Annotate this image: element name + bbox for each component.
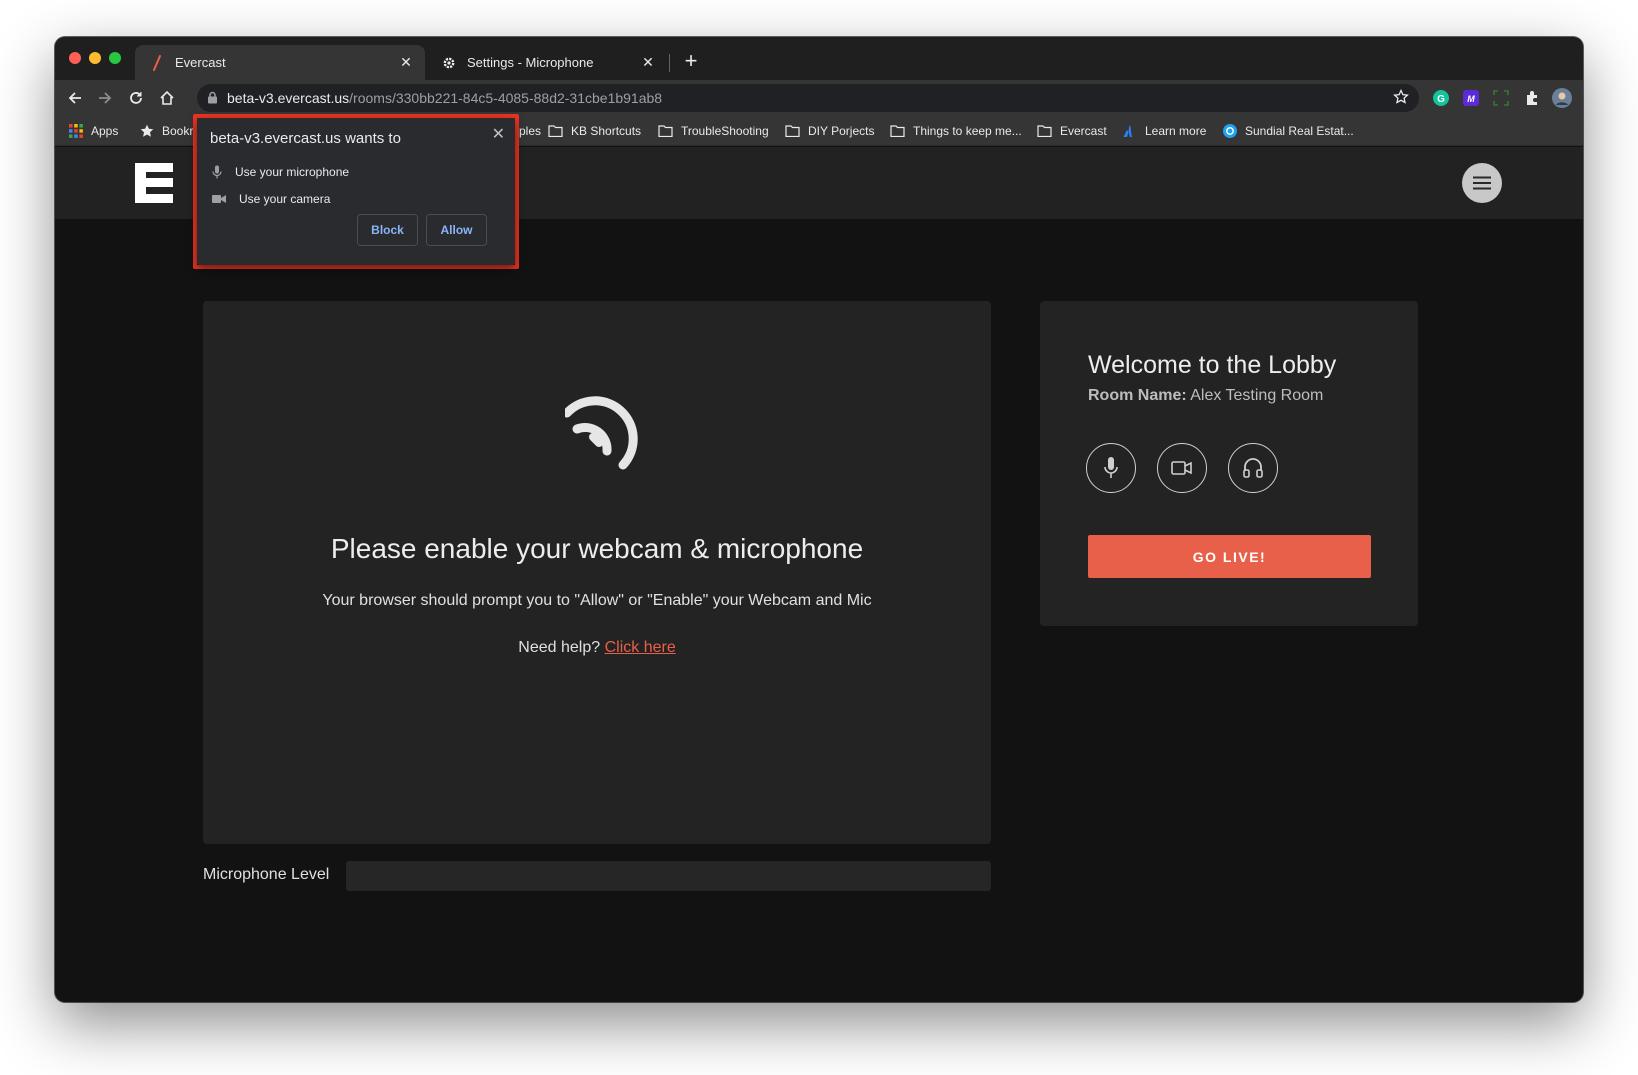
bookmark-label: Evercast <box>1060 124 1107 138</box>
svg-text:G: G <box>1437 94 1445 105</box>
bookmark-label: KB Shortcuts <box>571 124 642 138</box>
bookmark-label: DIY Porjects <box>808 124 875 138</box>
apps-grid-icon <box>69 124 83 138</box>
microphone-icon <box>212 165 222 179</box>
maximize-window-button[interactable] <box>109 52 121 64</box>
tab-title: Settings - Microphone <box>467 55 594 70</box>
home-icon[interactable] <box>155 86 179 110</box>
bookmark-label: Bookr <box>162 124 194 138</box>
block-button[interactable]: Block <box>357 214 418 246</box>
hamburger-menu-button[interactable] <box>1462 163 1502 203</box>
tab-title: Evercast <box>175 55 226 70</box>
folder-icon <box>548 125 563 137</box>
screenshot-extension-icon[interactable] <box>1491 88 1511 108</box>
click-here-link[interactable]: Click here <box>605 639 676 656</box>
url-host: beta-v3.evercast.us <box>227 90 350 106</box>
star-icon <box>140 124 154 137</box>
bookmark-label: Things to keep me... <box>913 124 1022 138</box>
close-icon[interactable]: ✕ <box>492 124 505 144</box>
bookmark-label: Learn more <box>1145 124 1207 138</box>
folder-icon <box>890 125 905 137</box>
puzzle-extensions-icon[interactable] <box>1522 88 1542 108</box>
reload-icon[interactable] <box>124 86 148 110</box>
back-arrow-icon[interactable] <box>63 86 87 110</box>
lobby-title: Welcome to the Lobby <box>1088 351 1337 379</box>
permission-camera-row: Use your camera <box>212 191 330 207</box>
bookmark-bookmarks[interactable]: Bookr <box>140 123 193 139</box>
permission-label: Use your camera <box>239 192 331 206</box>
evercast-brand-icon <box>565 396 638 470</box>
need-help-text: Need help? Click here <box>203 639 991 657</box>
extension-icon[interactable]: M <box>1461 88 1481 108</box>
close-tab-icon[interactable]: ✕ <box>397 54 415 72</box>
bookmark-label: Apps <box>91 124 119 138</box>
bookmark-kb-shortcuts[interactable]: KB Shortcuts <box>548 123 641 139</box>
url-text: beta-v3.evercast.us/rooms/330bb221-84c5-… <box>227 90 662 106</box>
room-name-label: Room Name: <box>1088 387 1187 404</box>
bookmark-label: TroubleShooting <box>681 124 769 138</box>
bookmark-apps[interactable]: Apps <box>69 123 118 139</box>
evercast-favicon-icon <box>149 54 165 71</box>
headphones-toggle-button[interactable] <box>1228 443 1278 493</box>
folder-icon <box>785 125 800 137</box>
enable-webcam-instructions: Your browser should prompt you to "Allow… <box>322 592 872 609</box>
tab-separator <box>669 54 670 72</box>
allow-button[interactable]: Allow <box>426 214 487 246</box>
microphone-level-meter <box>346 861 991 891</box>
permission-label: Use your microphone <box>235 165 350 179</box>
gear-icon <box>441 55 457 71</box>
bookmark-diy-projects[interactable]: DIY Porjects <box>785 123 874 139</box>
headphones-icon <box>1243 458 1263 478</box>
camera-icon <box>212 195 226 203</box>
bookmark-evercast[interactable]: Evercast <box>1037 123 1107 139</box>
profile-avatar-icon[interactable] <box>1552 88 1572 108</box>
grammarly-extension-icon[interactable]: G <box>1431 88 1451 108</box>
microphone-level-label: Microphone Level <box>203 866 330 883</box>
forward-arrow-icon[interactable] <box>93 86 117 110</box>
camera-toggle-button[interactable] <box>1157 443 1207 493</box>
address-bar[interactable]: beta-v3.evercast.us/rooms/330bb221-84c5-… <box>197 84 1419 112</box>
permission-prompt-title: beta-v3.evercast.us wants to <box>210 130 401 147</box>
minimize-window-button[interactable] <box>89 52 101 64</box>
tab-strip: Evercast ✕ Settings - Microphone ✕ + <box>55 37 1583 80</box>
lock-icon[interactable] <box>207 91 218 109</box>
bookmark-troubleshooting[interactable]: TroubleShooting <box>658 123 769 139</box>
room-name-value: Alex Testing Room <box>1186 387 1324 404</box>
bookmark-things-to-keep-me[interactable]: Things to keep me... <box>890 123 1022 139</box>
bookmark-label: Sundial Real Estat... <box>1245 124 1354 138</box>
microphone-icon <box>1104 457 1118 478</box>
tab-settings-microphone[interactable]: Settings - Microphone ✕ <box>427 45 667 80</box>
folder-icon <box>658 125 673 137</box>
enable-webcam-heading: Please enable your webcam & microphone <box>330 533 864 564</box>
browser-window: Evercast ✕ Settings - Microphone ✕ + bet… <box>55 37 1583 1002</box>
close-window-button[interactable] <box>69 52 81 64</box>
atlassian-icon <box>1123 125 1132 137</box>
new-tab-plus-icon[interactable]: + <box>679 48 703 73</box>
need-help-label: Need help? <box>518 639 605 656</box>
browser-toolbar: beta-v3.evercast.us/rooms/330bb221-84c5-… <box>55 80 1583 116</box>
sundial-icon <box>1223 124 1237 138</box>
lobby-panel: Welcome to the Lobby Room Name: Alex Tes… <box>1040 301 1418 626</box>
go-live-button[interactable]: GO LIVE! <box>1088 535 1371 578</box>
room-name: Room Name: Alex Testing Room <box>1088 387 1323 405</box>
tab-evercast[interactable]: Evercast ✕ <box>135 45 425 80</box>
permission-prompt: beta-v3.evercast.us wants to ✕ Use your … <box>197 118 515 265</box>
close-tab-icon[interactable]: ✕ <box>639 54 657 72</box>
hamburger-icon <box>1473 176 1491 190</box>
svg-text:M: M <box>1467 94 1475 104</box>
bookmark-star-icon[interactable] <box>1393 88 1409 110</box>
video-preview-panel: Please enable your webcam & microphone Y… <box>203 301 991 844</box>
microphone-toggle-button[interactable] <box>1086 443 1136 493</box>
video-camera-icon <box>1171 461 1192 475</box>
evercast-logo[interactable] <box>135 163 173 203</box>
bookmark-learn-more[interactable]: Learn more <box>1123 123 1206 139</box>
url-path: /rooms/330bb221-84c5-4085-88d2-31cbe1b91… <box>349 90 663 106</box>
bookmark-sundial-real-estate[interactable]: Sundial Real Estat... <box>1223 123 1354 139</box>
folder-icon <box>1037 125 1052 137</box>
permission-microphone-row: Use your microphone <box>212 164 349 180</box>
